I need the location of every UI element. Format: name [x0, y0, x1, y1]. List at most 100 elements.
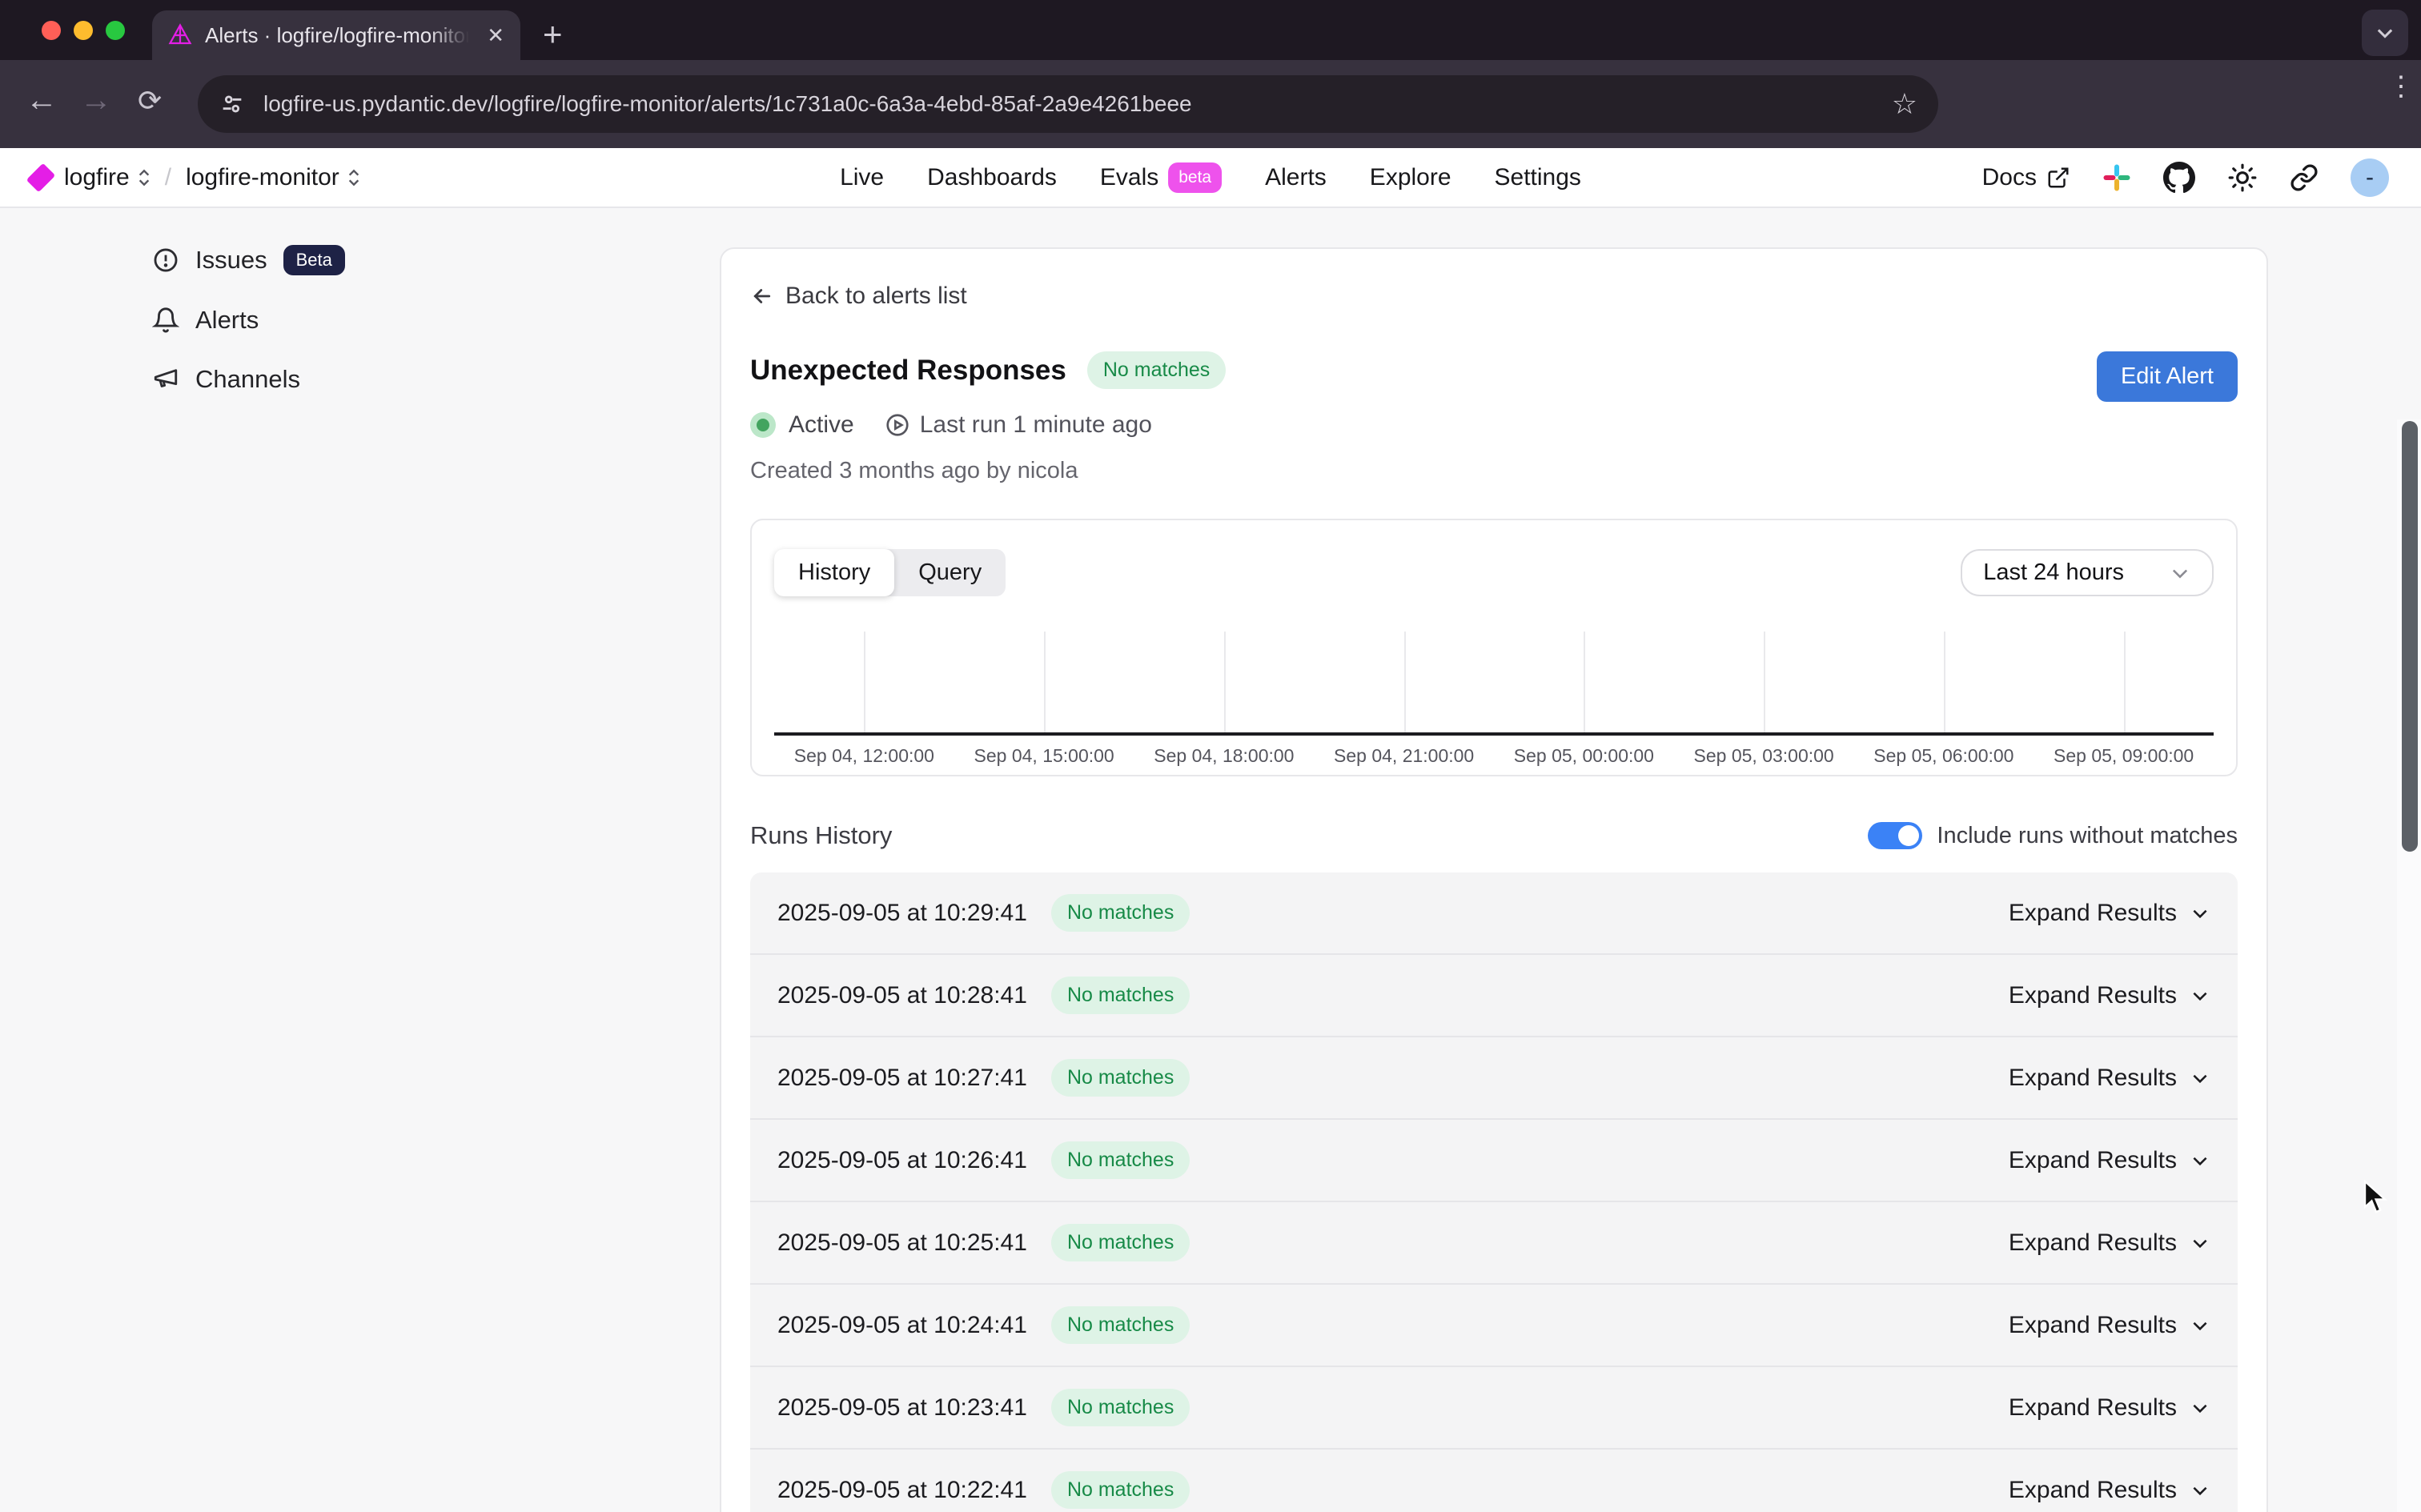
expand-results-button[interactable]: Expand Results — [2009, 1065, 2210, 1092]
evals-beta-badge: beta — [1168, 162, 1222, 193]
nav-live[interactable]: Live — [840, 164, 884, 191]
runs-history-heading: Runs History — [750, 821, 892, 850]
bell-icon — [152, 307, 179, 334]
org-switcher[interactable]: logfire — [64, 164, 151, 191]
site-info-icon[interactable] — [219, 90, 246, 118]
traffic-light-fullscreen-button[interactable] — [106, 21, 125, 40]
traffic-light-minimize-button[interactable] — [74, 21, 93, 40]
slack-icon[interactable] — [2102, 163, 2131, 192]
chevron-down-icon — [2190, 903, 2210, 924]
app-header: logfire / logfire-monitor Live Dashboard… — [0, 148, 2421, 208]
scrollbar-thumb[interactable] — [2402, 421, 2418, 852]
expand-results-button[interactable]: Expand Results — [2009, 900, 2210, 927]
chevron-down-icon — [2190, 1233, 2210, 1253]
browser-back-button[interactable]: ← — [26, 84, 58, 116]
run-timestamp: 2025-09-05 at 10:28:41 — [777, 982, 1027, 1009]
browser-forward-button[interactable]: → — [80, 84, 112, 116]
logfire-logo-icon — [26, 162, 56, 192]
nav-alerts[interactable]: Alerts — [1265, 164, 1327, 191]
expand-results-button[interactable]: Expand Results — [2009, 1477, 2210, 1504]
axis-tick: Sep 05, 09:00:00 — [2054, 745, 2194, 767]
nav-dashboards[interactable]: Dashboards — [927, 164, 1057, 191]
nav-settings[interactable]: Settings — [1495, 164, 1581, 191]
page-body: Issues Beta Alerts Channels Back to aler… — [0, 210, 2421, 1512]
docs-link[interactable]: Docs — [1982, 164, 2070, 191]
expand-results-button[interactable]: Expand Results — [2009, 1147, 2210, 1174]
traffic-light-close-button[interactable] — [42, 21, 61, 40]
axis-tick: Sep 04, 21:00:00 — [1334, 745, 1474, 767]
run-timestamp: 2025-09-05 at 10:23:41 — [777, 1394, 1027, 1422]
run-row[interactable]: 2025-09-05 at 10:26:41 No matches Expand… — [750, 1120, 2238, 1202]
nav-evals[interactable]: Evals beta — [1100, 162, 1222, 193]
include-runs-toggle[interactable] — [1868, 822, 1922, 849]
run-row[interactable]: 2025-09-05 at 10:23:41 No matches Expand… — [750, 1367, 2238, 1450]
avatar[interactable]: - — [2351, 158, 2389, 197]
issues-alert-icon — [152, 247, 179, 274]
theme-sun-icon[interactable] — [2227, 162, 2258, 193]
project-switcher[interactable]: logfire-monitor — [186, 164, 360, 191]
run-row[interactable]: 2025-09-05 at 10:24:41 No matches Expand… — [750, 1285, 2238, 1367]
updown-chevron-icon — [138, 169, 151, 186]
run-timestamp: 2025-09-05 at 10:26:41 — [777, 1147, 1027, 1174]
chevron-down-icon — [2190, 1150, 2210, 1171]
axis-tick: Sep 05, 00:00:00 — [1514, 745, 1654, 767]
share-link-icon[interactable] — [2290, 163, 2319, 192]
github-icon[interactable] — [2163, 162, 2195, 194]
no-matches-badge: No matches — [1087, 351, 1226, 389]
browser-menu-icon[interactable]: ⋮ — [2387, 79, 2403, 94]
browser-toolbar: ← → ⟳ logfire-us.pydantic.dev/logfire/lo… — [0, 60, 2421, 148]
run-row[interactable]: 2025-09-05 at 10:22:41 No matches Expand… — [750, 1450, 2238, 1512]
browser-reload-button[interactable]: ⟳ — [138, 86, 162, 115]
status-label: Active — [789, 411, 854, 439]
tab-overflow-button[interactable] — [2362, 10, 2408, 56]
sidebar-item-label: Alerts — [195, 306, 259, 335]
expand-results-button[interactable]: Expand Results — [2009, 982, 2210, 1009]
bookmark-star-icon[interactable]: ☆ — [1892, 87, 1917, 121]
run-row[interactable]: 2025-09-05 at 10:28:41 No matches Expand… — [750, 955, 2238, 1037]
new-tab-button[interactable]: + — [543, 18, 563, 51]
history-query-tabs: History Query — [774, 549, 1006, 596]
edit-alert-button[interactable]: Edit Alert — [2097, 351, 2238, 402]
run-no-matches-badge: No matches — [1051, 1141, 1190, 1179]
browser-tab[interactable]: Alerts · logfire/logfire-monitor ✕ — [152, 10, 520, 60]
chevron-down-icon — [2190, 1068, 2210, 1089]
chevron-down-icon — [2190, 1315, 2210, 1336]
external-link-icon — [2046, 166, 2070, 190]
back-to-alerts-link[interactable]: Back to alerts list — [750, 283, 967, 310]
run-row[interactable]: 2025-09-05 at 10:25:41 No matches Expand… — [750, 1202, 2238, 1285]
issues-beta-badge: Beta — [283, 245, 345, 275]
run-row[interactable]: 2025-09-05 at 10:29:41 No matches Expand… — [750, 872, 2238, 955]
tab-query[interactable]: Query — [894, 549, 1006, 596]
history-chart-card: History Query Last 24 hours Sep 04 — [750, 519, 2238, 776]
sidebar-item-alerts[interactable]: Alerts — [152, 306, 345, 335]
sidebar-item-channels[interactable]: Channels — [152, 365, 345, 394]
browser-tab-strip: Alerts · logfire/logfire-monitor ✕ + — [0, 0, 2421, 60]
time-range-dropdown[interactable]: Last 24 hours — [1961, 549, 2214, 596]
run-no-matches-badge: No matches — [1051, 977, 1190, 1014]
play-circle-icon — [885, 412, 910, 438]
tab-close-icon[interactable]: ✕ — [487, 25, 504, 46]
megaphone-icon — [152, 366, 179, 393]
run-timestamp: 2025-09-05 at 10:27:41 — [777, 1065, 1027, 1092]
mouse-cursor — [2363, 1180, 2391, 1215]
run-row[interactable]: 2025-09-05 at 10:27:41 No matches Expand… — [750, 1037, 2238, 1120]
scrollbar-track[interactable] — [2397, 419, 2421, 1512]
run-no-matches-badge: No matches — [1051, 1224, 1190, 1261]
header-actions: Docs - — [1982, 158, 2389, 197]
expand-results-button[interactable]: Expand Results — [2009, 1229, 2210, 1257]
nav-explore[interactable]: Explore — [1370, 164, 1451, 191]
created-by-text: Created 3 months ago by nicola — [750, 458, 2238, 484]
sidebar-item-label: Channels — [195, 365, 300, 394]
expand-results-button[interactable]: Expand Results — [2009, 1312, 2210, 1339]
x-axis-tick-labels: Sep 04, 12:00:00 Sep 04, 15:00:00 Sep 04… — [774, 745, 2214, 777]
url-bar[interactable]: logfire-us.pydantic.dev/logfire/logfire-… — [198, 75, 1938, 133]
axis-tick: Sep 04, 15:00:00 — [974, 745, 1114, 767]
chevron-down-icon — [2169, 562, 2191, 584]
run-no-matches-badge: No matches — [1051, 894, 1190, 932]
tab-history[interactable]: History — [774, 549, 894, 596]
expand-results-button[interactable]: Expand Results — [2009, 1394, 2210, 1422]
chevron-down-icon — [2374, 22, 2396, 44]
sidebar-item-issues[interactable]: Issues Beta — [152, 245, 345, 275]
chevron-down-icon — [2190, 985, 2210, 1006]
url-text[interactable]: logfire-us.pydantic.dev/logfire/logfire-… — [263, 91, 1892, 117]
